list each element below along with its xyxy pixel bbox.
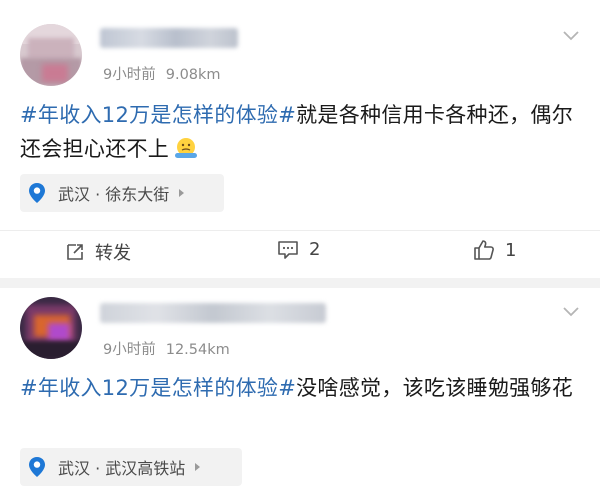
like-count: 1 — [505, 239, 517, 261]
post-distance: 9.08km — [165, 67, 221, 83]
repost-icon — [67, 244, 83, 260]
location-label: 武汉 · 徐东大街 — [58, 185, 170, 204]
post-distance: 12.54km — [165, 342, 230, 358]
repost-button[interactable]: 转发 — [65, 239, 131, 265]
location-tag[interactable]: 武汉 · 武汉高铁站 — [20, 448, 242, 486]
chevron-down-icon[interactable] — [562, 30, 580, 42]
avatar[interactable] — [20, 24, 82, 86]
topic-link[interactable]: #年收入12万是怎样的体验# — [20, 376, 296, 400]
like-icon — [474, 240, 494, 260]
topic-link[interactable]: #年收入12万是怎样的体验# — [20, 103, 296, 127]
comment-count: 2 — [309, 239, 321, 260]
post-content: #年收入12万是怎样的体验#就是各种信用卡各种还，偶尔还会担心还不上 — [20, 98, 585, 166]
post-actions: 转发 2 1 — [0, 230, 600, 275]
map-pin-icon — [29, 457, 45, 477]
username-blurred[interactable] — [100, 303, 326, 323]
emoji-icon — [175, 138, 198, 158]
chevron-down-icon[interactable] — [562, 306, 580, 318]
location-label: 武汉 · 武汉高铁站 — [58, 459, 186, 478]
username-blurred[interactable] — [100, 28, 238, 48]
feed-post[interactable]: 9小时前 12.54km #年收入12万是怎样的体验#没啥感觉，该吃该睡勉强够花 … — [0, 288, 600, 495]
map-pin-icon — [29, 183, 45, 203]
chevron-right-icon — [179, 189, 185, 197]
avatar[interactable] — [20, 297, 82, 359]
location-tag[interactable]: 武汉 · 徐东大街 — [20, 174, 224, 212]
post-text: 没啥感觉，该吃该睡勉强够花 — [296, 376, 574, 400]
comment-icon — [278, 240, 298, 259]
repost-label: 转发 — [95, 243, 131, 264]
post-time: 9小时前 — [103, 342, 156, 358]
post-content: #年收入12万是怎样的体验#没啥感觉，该吃该睡勉强够花 — [20, 371, 585, 405]
post-time: 9小时前 — [103, 67, 156, 83]
post-meta: 9小时前 12.54km — [103, 338, 230, 359]
feed-divider — [0, 278, 600, 288]
post-meta: 9小时前 9.08km — [103, 63, 221, 84]
feed-post[interactable]: 9小时前 9.08km #年收入12万是怎样的体验#就是各种信用卡各种还，偶尔还会… — [0, 0, 600, 278]
comment-button[interactable]: 2 — [277, 239, 320, 260]
chevron-right-icon — [195, 463, 201, 471]
like-button[interactable]: 1 — [473, 239, 516, 261]
